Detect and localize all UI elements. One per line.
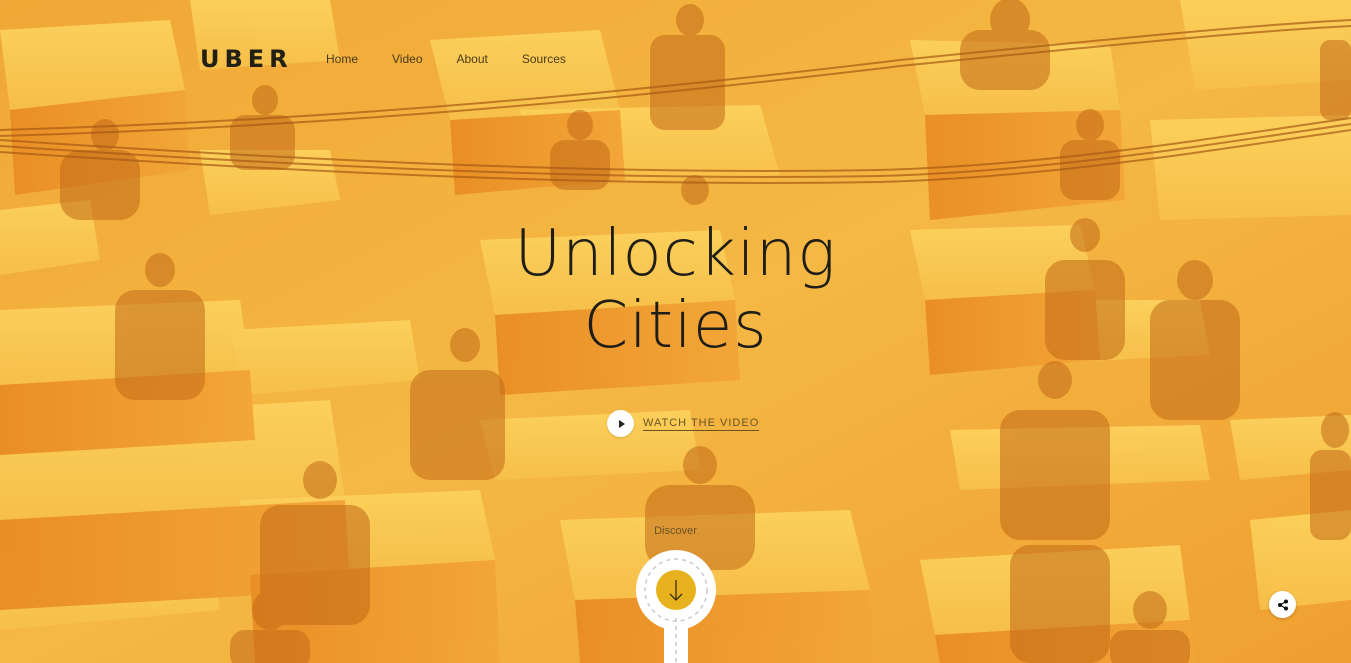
hero-title-line-1: Unlocking — [514, 217, 837, 291]
share-button[interactable] — [1269, 591, 1296, 618]
nav-links: Home Video About Sources — [326, 51, 600, 67]
watch-video-button[interactable]: WATCH THE VIDEO — [607, 410, 760, 437]
top-navigation: UBER Home Video About Sources — [0, 0, 1351, 120]
uber-logo[interactable]: UBER — [200, 44, 293, 74]
play-icon[interactable] — [607, 410, 634, 437]
watch-video-label[interactable]: WATCH THE VIDEO — [643, 417, 760, 431]
hero-section: UBER Home Video About Sources Unlocking … — [0, 0, 1351, 663]
nav-item-home[interactable]: Home — [326, 51, 358, 67]
discover-scroll-button[interactable] — [634, 548, 718, 663]
nav-item-sources[interactable]: Sources — [522, 51, 566, 67]
nav-item-video[interactable]: Video — [392, 51, 422, 67]
hero-title-line-2: Cities — [583, 289, 768, 363]
nav-item-about[interactable]: About — [457, 51, 488, 67]
hero-title: Unlocking Cities — [0, 218, 1351, 362]
discover-label: Discover — [654, 525, 697, 537]
share-icon — [1277, 599, 1288, 610]
arrow-down-icon — [656, 570, 696, 610]
